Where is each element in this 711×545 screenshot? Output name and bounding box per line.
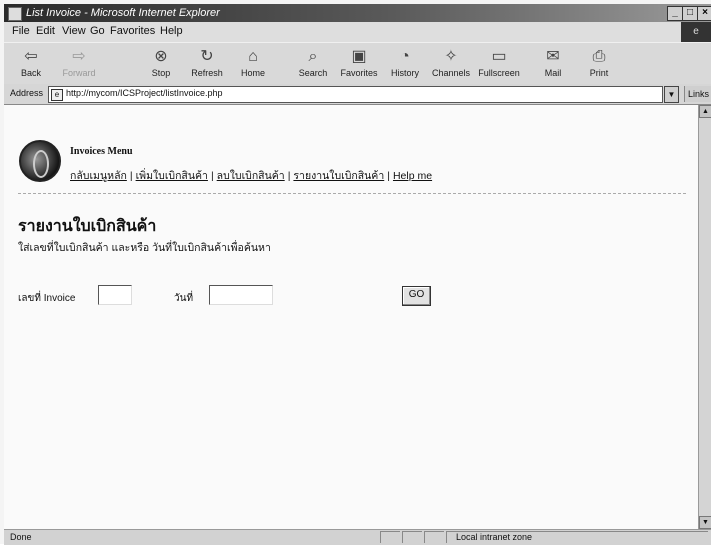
vertical-scrollbar[interactable]: ▲ ▼ (698, 105, 711, 529)
standard-toolbar: ⇦ Back ⇨ Forward ⊗ Stop ↻ Refresh ⌂ Home… (4, 42, 711, 86)
menu-file[interactable]: File (12, 25, 30, 37)
stop-button[interactable]: ⊗ Stop (138, 45, 184, 83)
nav-link-add-invoice[interactable]: เพิ่มใบเบิกสินค้า (136, 170, 208, 182)
search-button[interactable]: ⌕ Search (290, 45, 336, 83)
back-arrow-icon: ⇦ (24, 48, 38, 65)
forward-arrow-icon: ⇨ (72, 48, 86, 65)
refresh-label: Refresh (191, 68, 223, 78)
go-button[interactable]: GO (402, 286, 431, 306)
nav-link-invoice-report[interactable]: รายงานใบเบิกสินค้า (293, 170, 384, 182)
back-label: Back (20, 68, 41, 78)
scroll-up-icon[interactable]: ▲ (699, 105, 711, 118)
favorites-button[interactable]: ▣ Favorites (336, 45, 382, 83)
address-field[interactable]: e http://mycom/ICSProject/listInvoice.ph… (48, 86, 663, 103)
refresh-icon: ↻ (200, 48, 214, 65)
print-button[interactable]: ⎙ Print (576, 45, 622, 83)
divider (18, 193, 686, 195)
forward-label: Forward (62, 68, 96, 78)
search-label: Search (298, 68, 328, 78)
fullscreen-button[interactable]: ▭ Fullscreen (476, 45, 522, 83)
menu-title: Invoices Menu (70, 146, 133, 157)
nav-link-delete-invoice[interactable]: ลบใบเบิกสินค้า (217, 170, 285, 182)
date-input[interactable] (209, 285, 273, 305)
channels-icon: ✧ (444, 48, 458, 65)
stop-icon: ⊗ (154, 48, 168, 65)
menu-favorites[interactable]: Favorites (110, 25, 155, 37)
channels-label: Channels (431, 68, 471, 78)
links-button[interactable]: Links (684, 86, 711, 102)
date-label: วันที่ (174, 293, 194, 304)
invoice-number-input[interactable] (98, 285, 132, 305)
home-label: Home (240, 68, 265, 78)
nav-link-main-menu[interactable]: กลับเมนูหลัก (70, 170, 127, 182)
address-label: Address (10, 88, 44, 98)
scroll-down-icon[interactable]: ▼ (699, 516, 711, 529)
refresh-button[interactable]: ↻ Refresh (184, 45, 230, 83)
nav-link-help[interactable]: Help me (393, 170, 432, 182)
search-instructions: ใส่เลขที่ใบเบิกสินค้า และหรือ วันที่ใบเบ… (18, 242, 271, 254)
ie-throbber-icon: e (681, 22, 711, 42)
favorites-label: Favorites (340, 68, 378, 78)
print-icon: ⎙ (592, 48, 606, 65)
address-bar: Address e http://mycom/ICSProject/listIn… (4, 84, 711, 105)
home-button[interactable]: ⌂ Home (230, 45, 276, 83)
close-button[interactable]: × (697, 6, 711, 21)
menu-go[interactable]: Go (90, 25, 105, 37)
window-title: List Invoice - Microsoft Internet Explor… (26, 7, 220, 19)
menu-bar: File Edit View Go Favorites Help e (4, 22, 711, 42)
home-icon: ⌂ (248, 48, 258, 65)
print-label: Print (589, 68, 609, 78)
address-dropdown-icon[interactable]: ▼ (664, 86, 679, 103)
address-url: http://mycom/ICSProject/listInvoice.php (66, 88, 223, 98)
favorites-icon: ▣ (351, 48, 367, 65)
maximize-button[interactable]: □ (682, 6, 698, 21)
fullscreen-label: Fullscreen (478, 68, 520, 78)
mail-label: Mail (544, 68, 562, 78)
status-bar: Done Local intranet zone (4, 529, 711, 545)
forward-button[interactable]: ⇨ Forward (56, 45, 102, 83)
mail-icon: ✉ (546, 48, 560, 65)
page-title: รายงานใบเบิกสินค้า (18, 218, 157, 235)
security-zone: Local intranet zone (456, 532, 533, 542)
history-label: History (390, 68, 419, 78)
logo-icon (19, 140, 61, 182)
invoice-number-label: เลขที่ Invoice (18, 293, 76, 304)
menu-edit[interactable]: Edit (36, 25, 55, 37)
menu-help[interactable]: Help (160, 25, 183, 37)
ie-app-icon (8, 7, 22, 21)
menu-view[interactable]: View (62, 25, 86, 37)
history-icon: ◔ (400, 48, 410, 65)
title-bar: List Invoice - Microsoft Internet Explor… (4, 4, 711, 22)
history-button[interactable]: ◔ History (382, 45, 428, 83)
page-icon: e (51, 89, 63, 101)
page-content: Invoices Menu กลับเมนูหลัก | เพิ่มใบเบิกสิ… (4, 105, 698, 529)
channels-button[interactable]: ✧ Channels (428, 45, 474, 83)
minimize-button[interactable]: _ (667, 6, 683, 21)
fullscreen-icon: ▭ (491, 48, 507, 65)
mail-button[interactable]: ✉ Mail (530, 45, 576, 83)
back-button[interactable]: ⇦ Back (8, 45, 54, 83)
nav-links: กลับเมนูหลัก | เพิ่มใบเบิกสินค้า | ลบใบเบิกส… (70, 170, 433, 182)
browser-window: List Invoice - Microsoft Internet Explor… (4, 4, 711, 545)
stop-label: Stop (151, 68, 171, 78)
status-text: Done (10, 532, 32, 542)
search-icon: ⌕ (308, 48, 318, 65)
